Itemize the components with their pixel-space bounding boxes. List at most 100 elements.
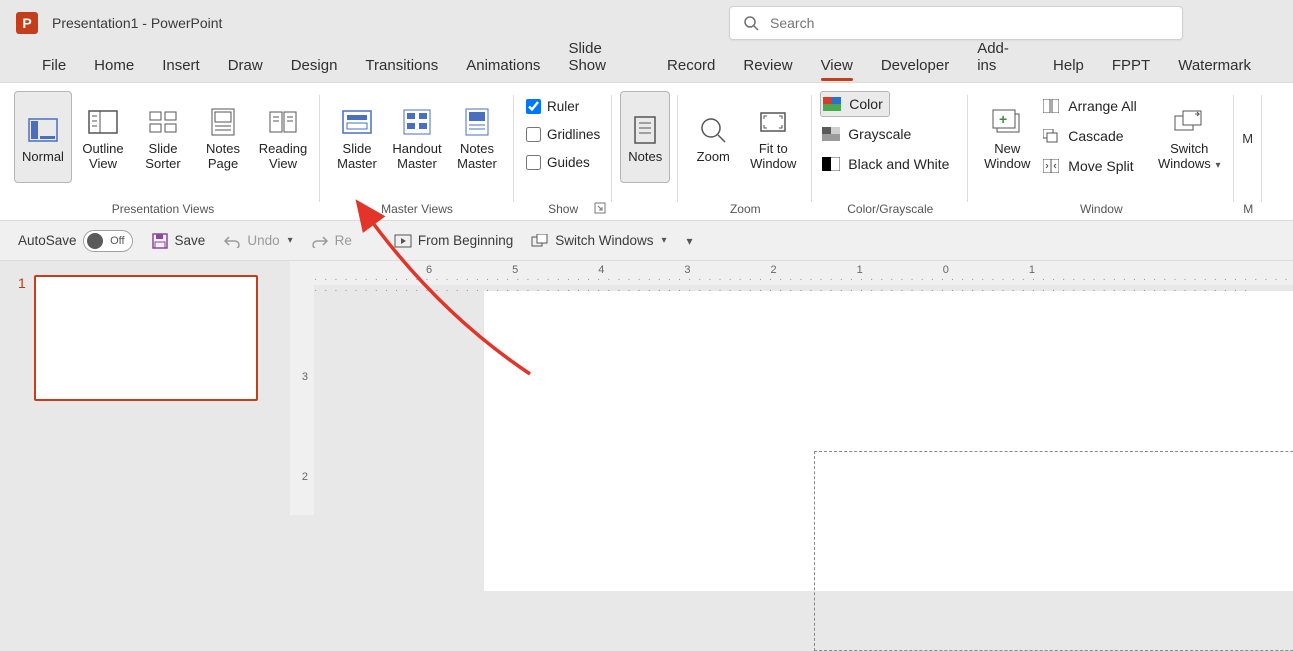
redo-icon (311, 232, 329, 250)
fit-to-window-icon (756, 106, 790, 138)
show-dialog-launcher-icon[interactable] (594, 202, 608, 216)
horizontal-ruler: · · · · · · · · · · · · · · · · · · · · … (314, 261, 1293, 285)
document-title: Presentation1 - PowerPoint (52, 15, 222, 31)
ruler-check-input[interactable] (526, 99, 541, 114)
move-split-icon (1042, 157, 1060, 175)
undo-button[interactable]: Undo ▾ (223, 232, 292, 250)
reading-view-icon (266, 106, 300, 138)
normal-view-button[interactable]: Normal (14, 91, 72, 183)
tab-slideshow[interactable]: Slide Show (554, 34, 653, 82)
arrange-all-button[interactable]: Arrange All (1040, 93, 1150, 119)
zoom-icon (696, 114, 730, 146)
notes-pane-button[interactable]: Notes (620, 91, 670, 183)
from-beginning-button[interactable]: From Beginning (394, 232, 513, 250)
notes-master-button[interactable]: NotesMaster (448, 91, 506, 183)
group-window-label: Window (1080, 198, 1123, 220)
slide-sorter-icon (146, 106, 180, 138)
group-cutoff: M M (1234, 87, 1262, 220)
powerpoint-icon: P (16, 12, 38, 34)
group-presentation-views: Normal OutlineView SlideSorter NotesPage (6, 87, 320, 220)
color-mode-button[interactable]: Color (820, 91, 889, 117)
tab-developer[interactable]: Developer (867, 51, 963, 82)
reading-view-button[interactable]: ReadingView (254, 91, 312, 183)
search-box[interactable] (729, 6, 1183, 40)
gridlines-checkbox[interactable]: Gridlines (522, 121, 604, 147)
tab-home[interactable]: Home (80, 51, 148, 82)
tab-view[interactable]: View (807, 51, 867, 82)
tab-draw[interactable]: Draw (214, 51, 277, 82)
workspace: 1 3 2 · · · · · · · · · · · · · · · · · … (0, 261, 1293, 515)
ribbon: Normal OutlineView SlideSorter NotesPage (0, 82, 1293, 221)
save-icon (151, 232, 169, 250)
tab-fppt[interactable]: FPPT (1098, 51, 1164, 82)
tab-record[interactable]: Record (653, 51, 729, 82)
slide-canvas[interactable] (484, 291, 1293, 591)
group-master-views-label: Master Views (381, 198, 453, 220)
tab-insert[interactable]: Insert (148, 51, 214, 82)
save-button[interactable]: Save (151, 232, 206, 250)
color-swatch-icon (823, 95, 841, 113)
autosave-toggle[interactable]: AutoSave Off (18, 230, 133, 252)
black-white-mode-button[interactable]: Black and White (820, 151, 955, 177)
group-notes: Notes (612, 87, 678, 220)
qat-customize-button[interactable]: ▾ (685, 234, 693, 248)
group-presentation-views-label: Presentation Views (112, 198, 215, 220)
tab-animations[interactable]: Animations (452, 51, 554, 82)
cascade-button[interactable]: Cascade (1040, 123, 1150, 149)
normal-view-label: Normal (22, 150, 64, 165)
tab-file[interactable]: File (28, 51, 80, 82)
slide-thumbnail-pane[interactable]: 1 (0, 261, 290, 515)
ribbon-tabs: File Home Insert Draw Design Transitions… (0, 46, 1293, 82)
switch-windows-small-icon (531, 232, 549, 250)
title-placeholder[interactable] (814, 451, 1293, 651)
fit-to-window-button[interactable]: Fit toWindow (742, 91, 804, 183)
chevron-down-icon: ▾ (288, 235, 293, 246)
arrange-all-icon (1042, 97, 1060, 115)
slide-editing-area[interactable]: · · · · · · · · · · · · · · · · · · · · … (314, 261, 1293, 515)
outline-view-button[interactable]: OutlineView (74, 91, 132, 183)
slide-sorter-button[interactable]: SlideSorter (134, 91, 192, 183)
quick-access-toolbar: AutoSave Off Save Undo ▾ Re From Beginni… (0, 221, 1293, 261)
chevron-down-icon: ▾ (1213, 160, 1221, 171)
guides-check-input[interactable] (526, 155, 541, 170)
redo-button[interactable]: Re (311, 232, 352, 250)
group-master-views: SlideMaster HandoutMaster NotesMaster Ma… (320, 87, 514, 220)
gridlines-check-input[interactable] (526, 127, 541, 142)
notes-pane-icon (628, 114, 662, 146)
slide-number-label: 1 (18, 275, 26, 505)
bw-swatch-icon (822, 155, 840, 173)
ruler-checkbox[interactable]: Ruler (522, 93, 583, 119)
grayscale-swatch-icon (822, 125, 840, 143)
qat-switch-windows-button[interactable]: Switch Windows ▾ (531, 232, 666, 250)
new-window-button[interactable]: + NewWindow (976, 91, 1038, 183)
notes-page-icon (206, 106, 240, 138)
switch-windows-button[interactable]: SwitchWindows ▾ (1152, 91, 1226, 183)
tab-transitions[interactable]: Transitions (351, 51, 452, 82)
search-input[interactable] (770, 15, 1170, 31)
play-from-beginning-icon (394, 232, 412, 250)
tab-review[interactable]: Review (729, 51, 806, 82)
notes-master-icon (460, 106, 494, 138)
group-color-grayscale: Color Grayscale Black and White Color/Gr… (812, 87, 968, 220)
slide-thumbnail[interactable] (34, 275, 258, 401)
switch-windows-icon (1172, 106, 1206, 138)
zoom-button[interactable]: Zoom (686, 91, 740, 183)
tab-help[interactable]: Help (1039, 51, 1098, 82)
new-window-icon: + (990, 106, 1024, 138)
group-show-label: Show (548, 198, 578, 220)
group-zoom-label: Zoom (730, 198, 761, 220)
notes-page-button[interactable]: NotesPage (194, 91, 252, 183)
guides-checkbox[interactable]: Guides (522, 149, 594, 175)
autosave-switch[interactable]: Off (83, 230, 133, 252)
move-split-button[interactable]: Move Split (1040, 153, 1150, 179)
grayscale-mode-button[interactable]: Grayscale (820, 121, 917, 147)
handout-master-button[interactable]: HandoutMaster (388, 91, 446, 183)
slide-master-button[interactable]: SlideMaster (328, 91, 386, 183)
cascade-icon (1042, 127, 1060, 145)
tab-watermark[interactable]: Watermark (1164, 51, 1265, 82)
tab-design[interactable]: Design (277, 51, 352, 82)
group-zoom: Zoom Fit toWindow Zoom (678, 87, 812, 220)
tab-addins[interactable]: Add-ins (963, 34, 1039, 82)
search-icon (742, 14, 760, 32)
group-show: Ruler Gridlines Guides Show (514, 87, 612, 220)
